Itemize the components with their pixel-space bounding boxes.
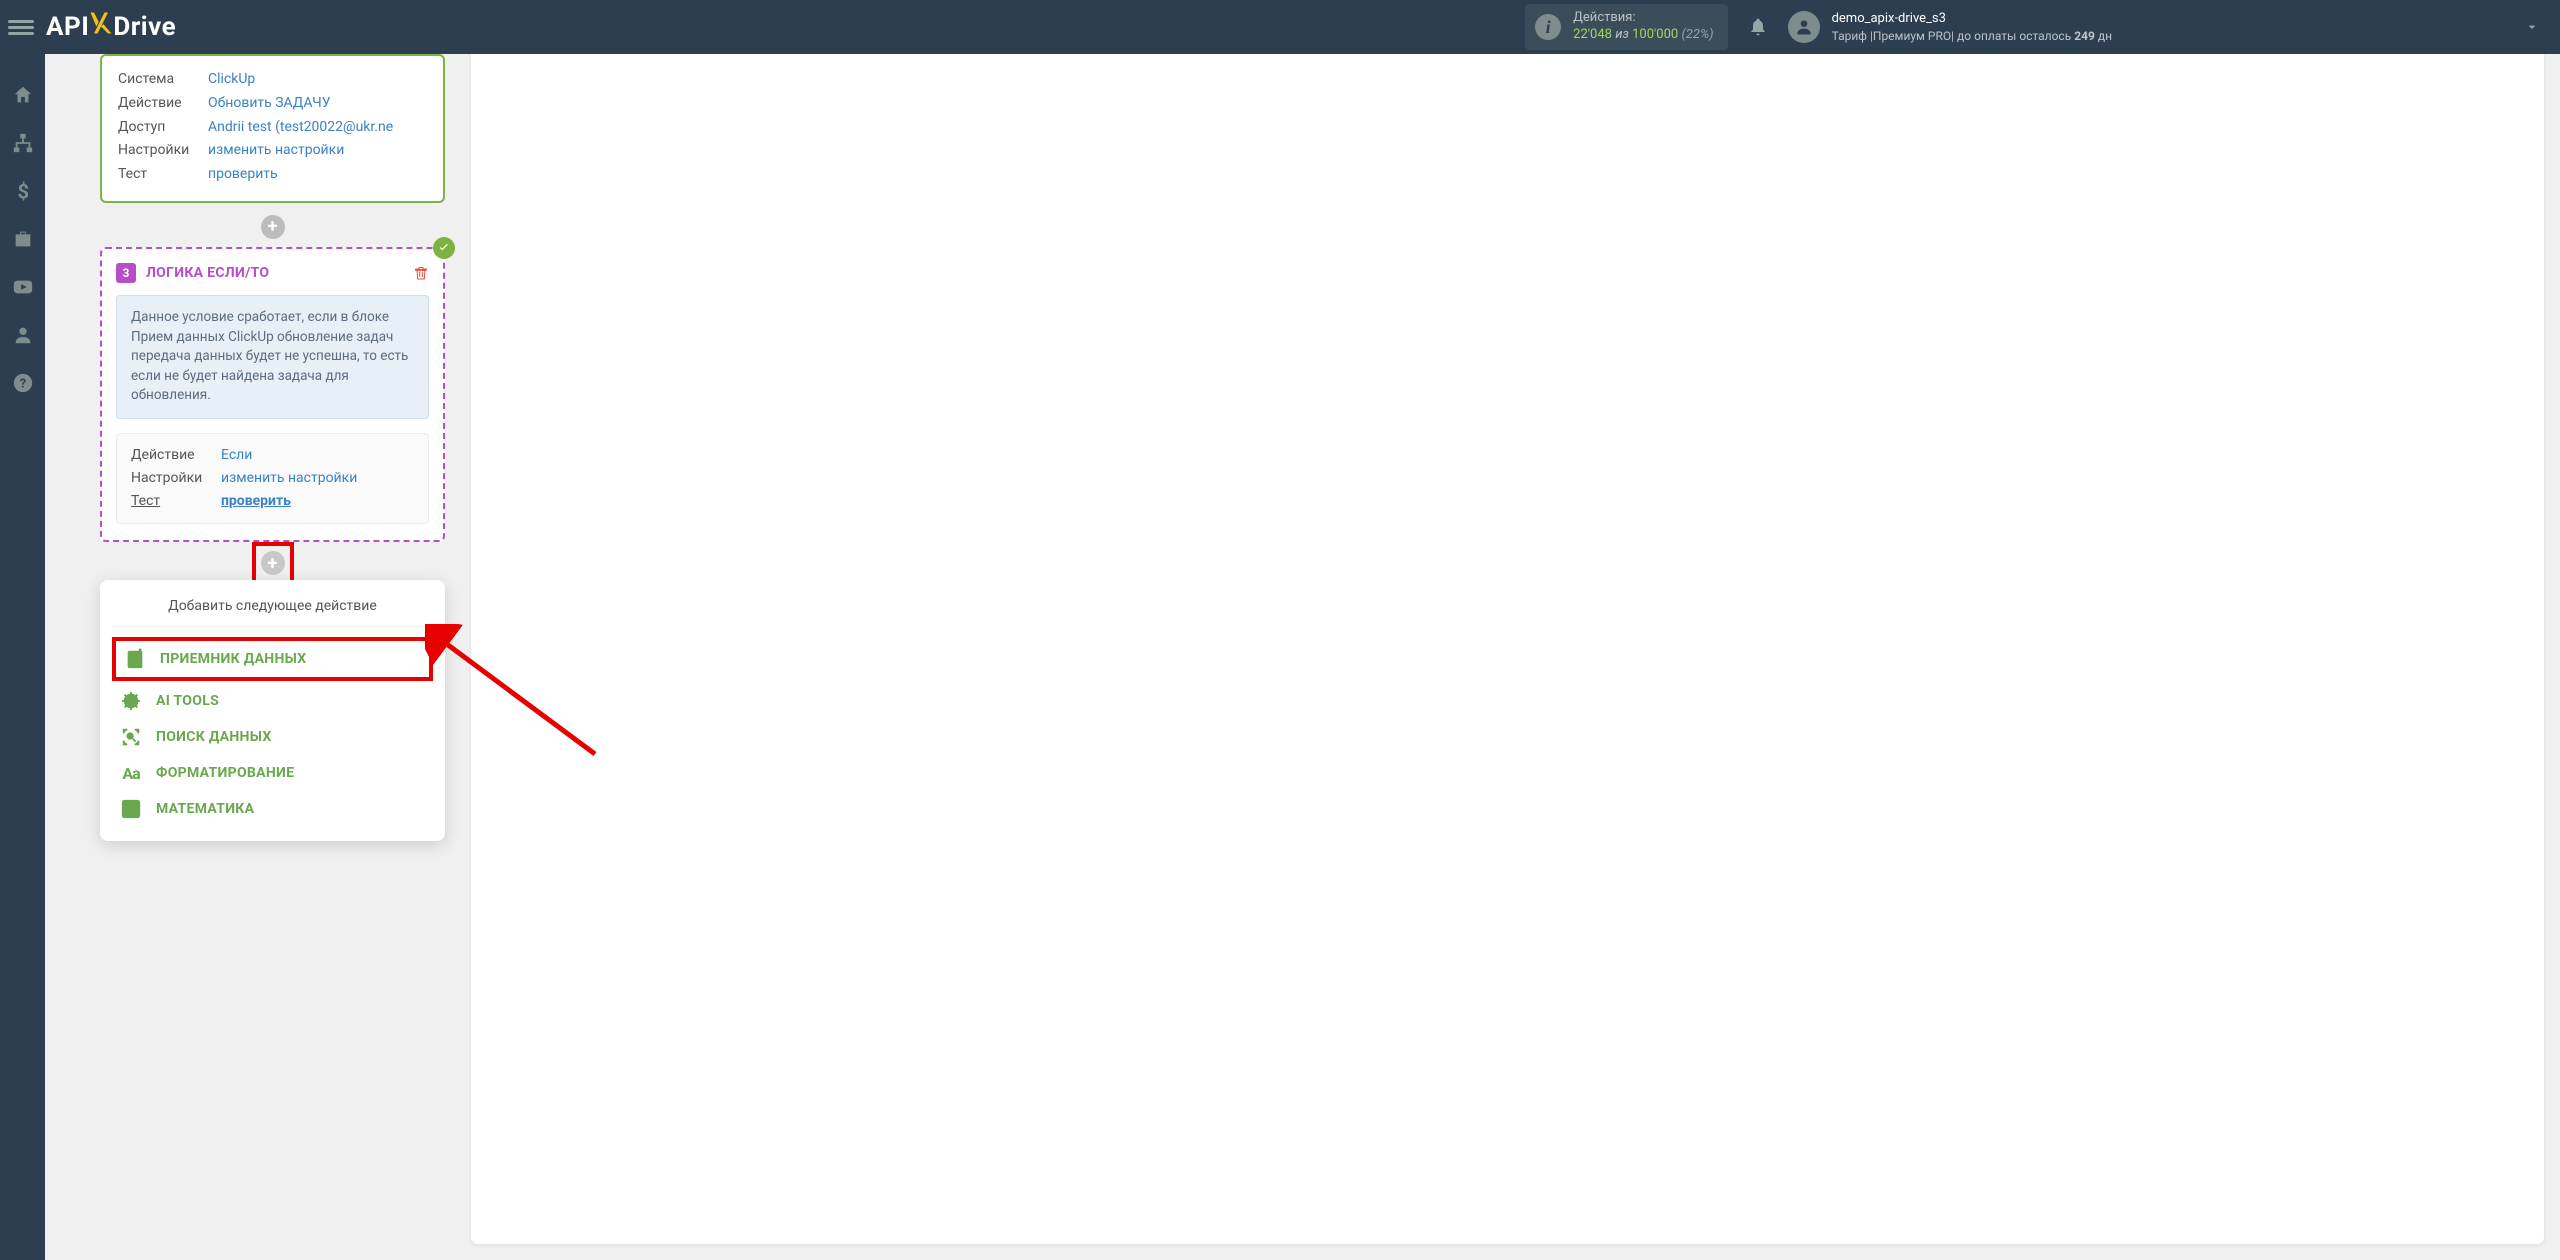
logic-block: 3 ЛОГИКА ЕСЛИ/ТО Данное условие сработае… bbox=[100, 247, 445, 542]
add-step-button-1[interactable]: + bbox=[261, 215, 285, 239]
block-row: Настройки изменить настройки bbox=[131, 467, 414, 490]
popup-label-search: ПОИСК ДАННЫХ bbox=[156, 729, 272, 745]
block-row: Тест проверить bbox=[118, 163, 427, 187]
row-label-test: Тест bbox=[118, 163, 208, 187]
bell-icon[interactable] bbox=[1748, 17, 1768, 37]
row-label-test2: Тест bbox=[131, 490, 221, 513]
user-info: demo_apix-drive_s3 Тариф |Премиум PRO| д… bbox=[1832, 10, 2112, 45]
popup-title: Добавить следующее действие bbox=[112, 598, 433, 627]
briefcase-icon[interactable] bbox=[12, 228, 34, 250]
ai-icon bbox=[120, 690, 142, 712]
main: Система ClickUp Действие Обновить ЗАДАЧУ… bbox=[45, 54, 2560, 1260]
row-label-settings2: Настройки bbox=[131, 467, 221, 490]
actions-value: 22'048 bbox=[1573, 27, 1612, 42]
row-label-action: Действие bbox=[118, 92, 208, 116]
row-label-access: Доступ bbox=[118, 116, 208, 140]
add-step-highlight: + bbox=[252, 542, 294, 584]
math-icon bbox=[120, 798, 142, 820]
row-value-action2[interactable]: Если bbox=[221, 444, 252, 467]
check-badge-icon bbox=[433, 237, 455, 259]
block-number: 3 bbox=[116, 263, 136, 283]
block-row: Доступ Andrii test (test20022@ukr.ne bbox=[118, 116, 427, 140]
sitemap-icon[interactable] bbox=[12, 132, 34, 154]
scan-icon bbox=[120, 726, 142, 748]
row-value-settings[interactable]: изменить настройки bbox=[208, 139, 344, 163]
popup-label-math: МАТЕМАТИКА bbox=[156, 801, 254, 817]
popup-item-format[interactable]: Aa ФОРМАТИРОВАНИЕ bbox=[112, 755, 433, 791]
user-menu[interactable]: demo_apix-drive_s3 Тариф |Премиум PRO| д… bbox=[1788, 10, 2540, 45]
logo-x bbox=[87, 9, 115, 45]
youtube-icon[interactable] bbox=[12, 276, 34, 298]
actions-text: Действия: 22'048 из 100'000 (22%) bbox=[1573, 10, 1713, 44]
trash-icon[interactable] bbox=[413, 265, 429, 281]
user-name: demo_apix-drive_s3 bbox=[1832, 10, 2112, 28]
dollar-icon[interactable]: $ bbox=[12, 180, 34, 202]
row-label-system: Система bbox=[118, 68, 208, 92]
popup-label-ai: AI TOOLS bbox=[156, 693, 219, 709]
user-tariff: Тариф |Премиум PRO| до оплаты осталось 2… bbox=[1832, 28, 2112, 45]
actions-pct: (22%) bbox=[1681, 27, 1713, 42]
header-right: i Действия: 22'048 из 100'000 (22%) demo… bbox=[1525, 4, 2540, 50]
help-icon[interactable]: ? bbox=[12, 372, 34, 394]
header: API Drive i Действия: 22'048 из 100'000 … bbox=[0, 0, 2560, 54]
logo-api: API bbox=[46, 12, 89, 42]
clipboard-plus-icon bbox=[124, 648, 146, 670]
actions-iz: из bbox=[1615, 27, 1629, 42]
popup-item-search[interactable]: ПОИСК ДАННЫХ bbox=[112, 719, 433, 755]
block-info-text: Данное условие сработает, если в блоке П… bbox=[116, 295, 429, 419]
row-label-action2: Действие bbox=[131, 444, 221, 467]
row-value-settings2[interactable]: изменить настройки bbox=[221, 467, 357, 490]
actions-label: Действия: bbox=[1573, 10, 1713, 27]
left-panel: Система ClickUp Действие Обновить ЗАДАЧУ… bbox=[45, 54, 470, 1260]
svg-text:$: $ bbox=[17, 180, 29, 202]
row-value-test[interactable]: проверить bbox=[208, 163, 278, 187]
logo[interactable]: API Drive bbox=[46, 9, 176, 45]
block-row: Действие Обновить ЗАДАЧУ bbox=[118, 92, 427, 116]
row-label-settings: Настройки bbox=[118, 139, 208, 163]
popup-item-ai[interactable]: AI TOOLS bbox=[112, 683, 433, 719]
menu-icon[interactable] bbox=[8, 14, 34, 40]
block-row: Тест проверить bbox=[131, 490, 414, 513]
sidebar: $ ? bbox=[0, 54, 45, 1260]
popup-label-receiver: ПРИЕМНИК ДАННЫХ bbox=[160, 651, 306, 667]
row-value-action[interactable]: Обновить ЗАДАЧУ bbox=[208, 92, 331, 116]
logo-drive: Drive bbox=[113, 12, 176, 42]
popup-item-math[interactable]: МАТЕМАТИКА bbox=[112, 791, 433, 827]
block-row: Действие Если bbox=[131, 444, 414, 467]
logic-block-wrap: 3 ЛОГИКА ЕСЛИ/ТО Данное условие сработае… bbox=[100, 247, 445, 542]
add-step-button-2[interactable]: + bbox=[261, 551, 285, 575]
svg-text:?: ? bbox=[19, 377, 25, 392]
header-left: API Drive bbox=[8, 9, 176, 45]
format-icon: Aa bbox=[120, 762, 142, 784]
popup-item-receiver[interactable]: ПРИЕМНИК ДАННЫХ bbox=[112, 637, 433, 681]
block-header: 3 ЛОГИКА ЕСЛИ/ТО bbox=[116, 263, 429, 283]
row-value-test2[interactable]: проверить bbox=[221, 490, 291, 513]
actions-counter[interactable]: i Действия: 22'048 из 100'000 (22%) bbox=[1525, 4, 1727, 50]
row-value-access[interactable]: Andrii test (test20022@ukr.ne bbox=[208, 116, 393, 140]
add-action-popup: Добавить следующее действие ПРИЕМНИК ДАН… bbox=[100, 580, 445, 841]
home-icon[interactable] bbox=[12, 84, 34, 106]
destination-block: Система ClickUp Действие Обновить ЗАДАЧУ… bbox=[100, 54, 445, 203]
actions-numbers: 22'048 из 100'000 (22%) bbox=[1573, 27, 1713, 44]
right-panel bbox=[470, 54, 2545, 1245]
info-icon: i bbox=[1535, 14, 1561, 40]
actions-max: 100'000 bbox=[1632, 27, 1678, 42]
avatar-icon bbox=[1788, 11, 1820, 43]
user-icon[interactable] bbox=[12, 324, 34, 346]
block-rows-2: Действие Если Настройки изменить настрой… bbox=[116, 433, 429, 524]
block-row: Настройки изменить настройки bbox=[118, 139, 427, 163]
row-value-system[interactable]: ClickUp bbox=[208, 68, 255, 92]
chevron-down-icon[interactable] bbox=[2524, 19, 2540, 35]
block-header-left: 3 ЛОГИКА ЕСЛИ/ТО bbox=[116, 263, 269, 283]
block-row: Система ClickUp bbox=[118, 68, 427, 92]
block-title: ЛОГИКА ЕСЛИ/ТО bbox=[146, 265, 269, 281]
popup-label-format: ФОРМАТИРОВАНИЕ bbox=[156, 765, 294, 781]
